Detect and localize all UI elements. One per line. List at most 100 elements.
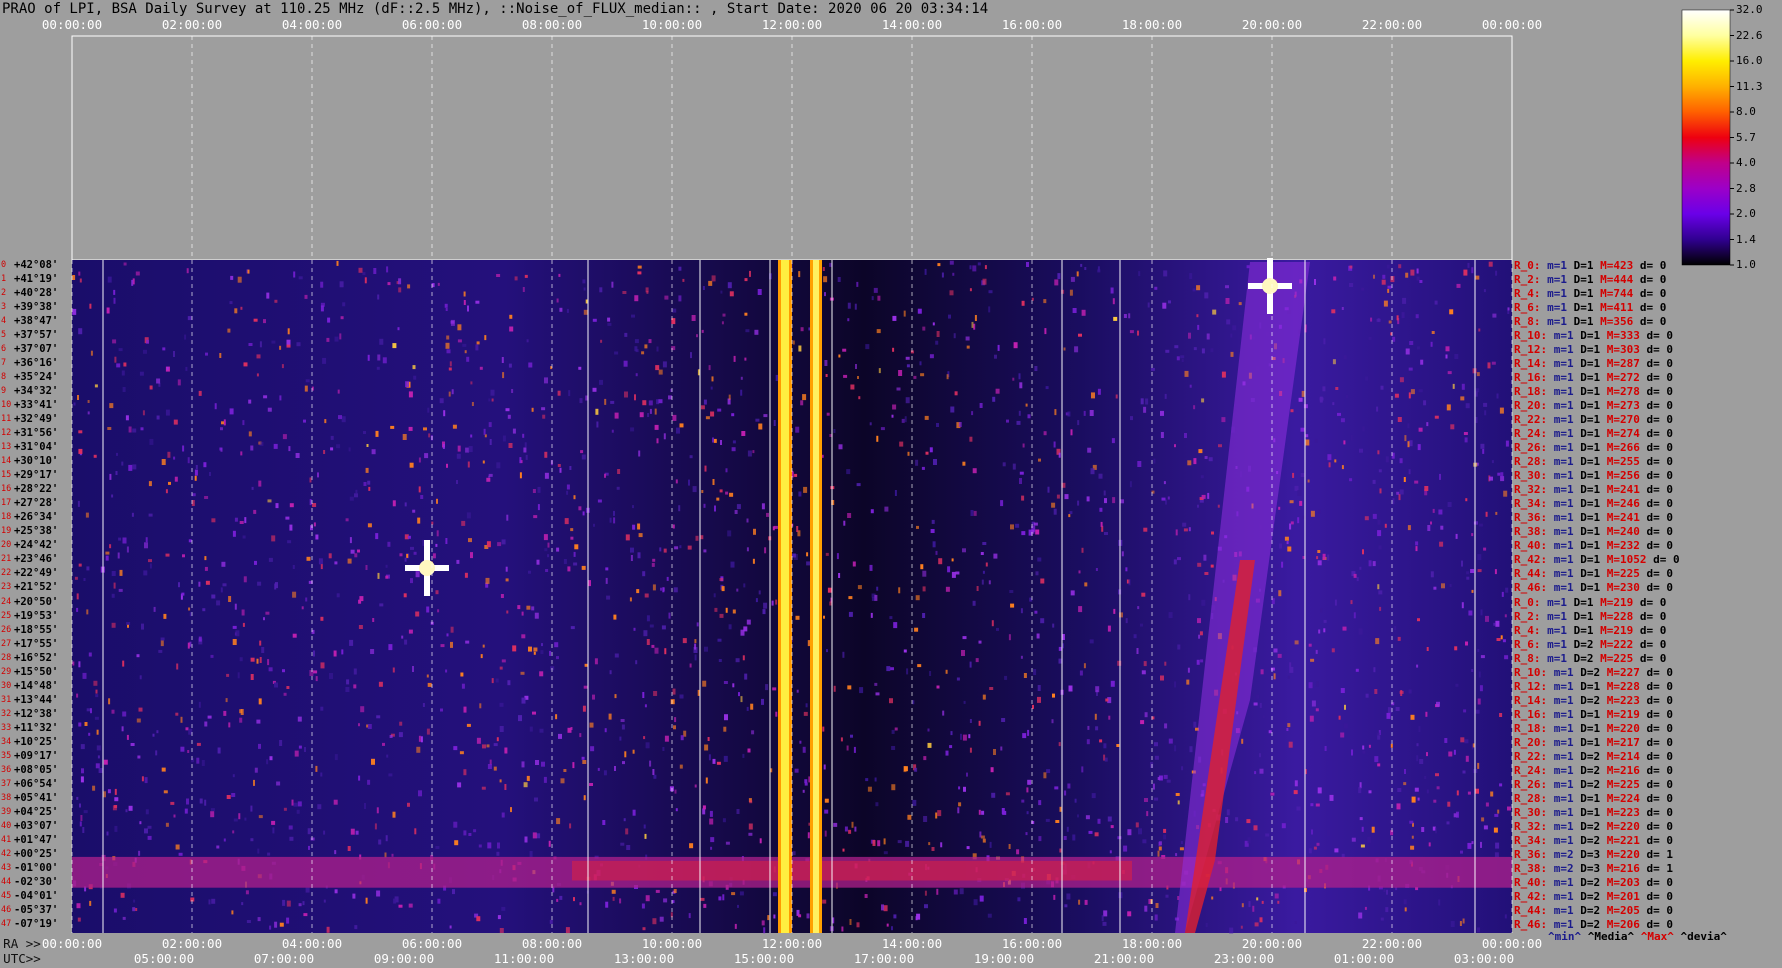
row-stat-m: m=1 bbox=[1553, 707, 1581, 721]
ra-tick-label: 12:00:00 bbox=[761, 936, 823, 951]
noise-pixel bbox=[202, 608, 206, 612]
noise-pixel bbox=[889, 698, 893, 704]
noise-pixel bbox=[648, 400, 653, 406]
row-stat-r: R_14: bbox=[1514, 357, 1554, 371]
noise-pixel bbox=[226, 795, 231, 799]
noise-pixel bbox=[582, 511, 585, 516]
noise-pixel bbox=[1416, 346, 1420, 350]
noise-pixel bbox=[120, 892, 125, 898]
noise-pixel bbox=[838, 573, 841, 578]
noise-pixel bbox=[1019, 478, 1022, 484]
noise-pixel bbox=[955, 571, 960, 575]
noise-pixel bbox=[672, 688, 676, 695]
noise-pixel bbox=[72, 308, 77, 315]
row-stat-r: R_38: bbox=[1514, 861, 1554, 875]
noise-pixel bbox=[407, 535, 411, 539]
noise-pixel bbox=[988, 580, 991, 585]
noise-pixel bbox=[258, 480, 262, 487]
row-stat-M: M=270 bbox=[1606, 413, 1647, 427]
noise-pixel bbox=[1494, 813, 1499, 817]
noise-pixel bbox=[354, 493, 358, 498]
noise-pixel bbox=[1074, 798, 1077, 803]
noise-pixel bbox=[847, 302, 851, 309]
noise-pixel bbox=[1396, 315, 1399, 321]
row-stat: R_36: m=1 D=1 M=241 d= 0 bbox=[1514, 511, 1673, 524]
noise-pixel bbox=[614, 766, 616, 771]
noise-pixel bbox=[1427, 525, 1431, 531]
noise-pixel bbox=[1361, 287, 1365, 291]
noise-pixel bbox=[662, 587, 665, 593]
noise-pixel bbox=[843, 374, 848, 378]
noise-pixel bbox=[272, 827, 275, 834]
noise-pixel bbox=[566, 308, 569, 313]
noise-pixel bbox=[240, 306, 243, 310]
row-stat-d: D=2 bbox=[1580, 749, 1607, 763]
noise-pixel bbox=[604, 473, 606, 478]
noise-pixel bbox=[268, 557, 273, 562]
noise-pixel bbox=[936, 685, 940, 689]
noise-pixel bbox=[353, 684, 357, 689]
noise-pixel bbox=[951, 558, 954, 562]
noise-pixel bbox=[181, 592, 185, 596]
noise-pixel bbox=[1423, 400, 1427, 406]
noise-pixel bbox=[898, 370, 903, 376]
noise-pixel bbox=[526, 605, 531, 610]
noise-pixel bbox=[865, 778, 869, 782]
noise-pixel bbox=[1501, 591, 1504, 597]
row-stat-d: D=1 bbox=[1580, 413, 1607, 427]
noise-pixel bbox=[717, 638, 722, 642]
declination-label: +28°22' bbox=[14, 483, 59, 496]
noise-pixel bbox=[700, 535, 704, 540]
noise-pixel bbox=[148, 513, 153, 517]
noise-pixel bbox=[145, 537, 148, 543]
noise-pixel bbox=[937, 810, 942, 817]
noise-pixel bbox=[991, 792, 996, 798]
noise-pixel bbox=[894, 490, 897, 496]
noise-pixel bbox=[1078, 570, 1081, 574]
row-stat-m: m=1 bbox=[1547, 609, 1574, 623]
declination-label: +36°16' bbox=[14, 357, 59, 370]
noise-pixel bbox=[1493, 827, 1498, 833]
row-stat-m: m=1 bbox=[1553, 427, 1581, 441]
noise-pixel bbox=[1436, 786, 1440, 790]
noise-pixel bbox=[528, 570, 531, 574]
noise-pixel bbox=[126, 622, 131, 625]
row-index: 40 bbox=[1, 820, 12, 831]
noise-pixel bbox=[348, 447, 351, 452]
noise-pixel bbox=[1123, 314, 1127, 318]
noise-pixel bbox=[1349, 265, 1353, 269]
noise-pixel bbox=[1361, 826, 1364, 832]
row-stat-r: R_2: bbox=[1514, 609, 1548, 623]
noise-pixel bbox=[1165, 894, 1169, 898]
noise-pixel bbox=[713, 593, 716, 598]
noise-pixel bbox=[504, 747, 508, 754]
noise-pixel bbox=[1009, 590, 1014, 593]
row-stat: R_34: m=1 D=2 M=221 d= 0 bbox=[1514, 834, 1673, 847]
noise-pixel bbox=[1115, 394, 1118, 399]
noise-pixel bbox=[933, 459, 937, 465]
noise-pixel bbox=[1349, 478, 1353, 482]
noise-pixel bbox=[1157, 777, 1160, 780]
row-stat-d: D=1 bbox=[1580, 329, 1607, 343]
noise-pixel bbox=[487, 764, 492, 769]
noise-pixel bbox=[1200, 475, 1204, 479]
noise-pixel bbox=[856, 281, 859, 287]
noise-pixel bbox=[1377, 450, 1380, 455]
noise-pixel bbox=[506, 514, 509, 521]
noise-pixel bbox=[676, 427, 680, 434]
declination-label: +10°25' bbox=[14, 735, 59, 748]
noise-pixel bbox=[402, 434, 407, 440]
noise-pixel bbox=[1463, 269, 1468, 276]
noise-pixel bbox=[109, 544, 112, 549]
row-stat-m: m=2 bbox=[1553, 847, 1581, 861]
noise-pixel bbox=[1066, 893, 1071, 900]
row-stat-r: R_32: bbox=[1514, 819, 1554, 833]
noise-pixel bbox=[149, 563, 152, 569]
noise-pixel bbox=[1167, 496, 1170, 500]
noise-pixel bbox=[1323, 628, 1326, 633]
noise-pixel bbox=[78, 430, 83, 434]
noise-pixel bbox=[141, 776, 144, 782]
row-index: 11 bbox=[1, 414, 12, 425]
noise-pixel bbox=[378, 839, 382, 845]
noise-pixel bbox=[364, 803, 366, 809]
